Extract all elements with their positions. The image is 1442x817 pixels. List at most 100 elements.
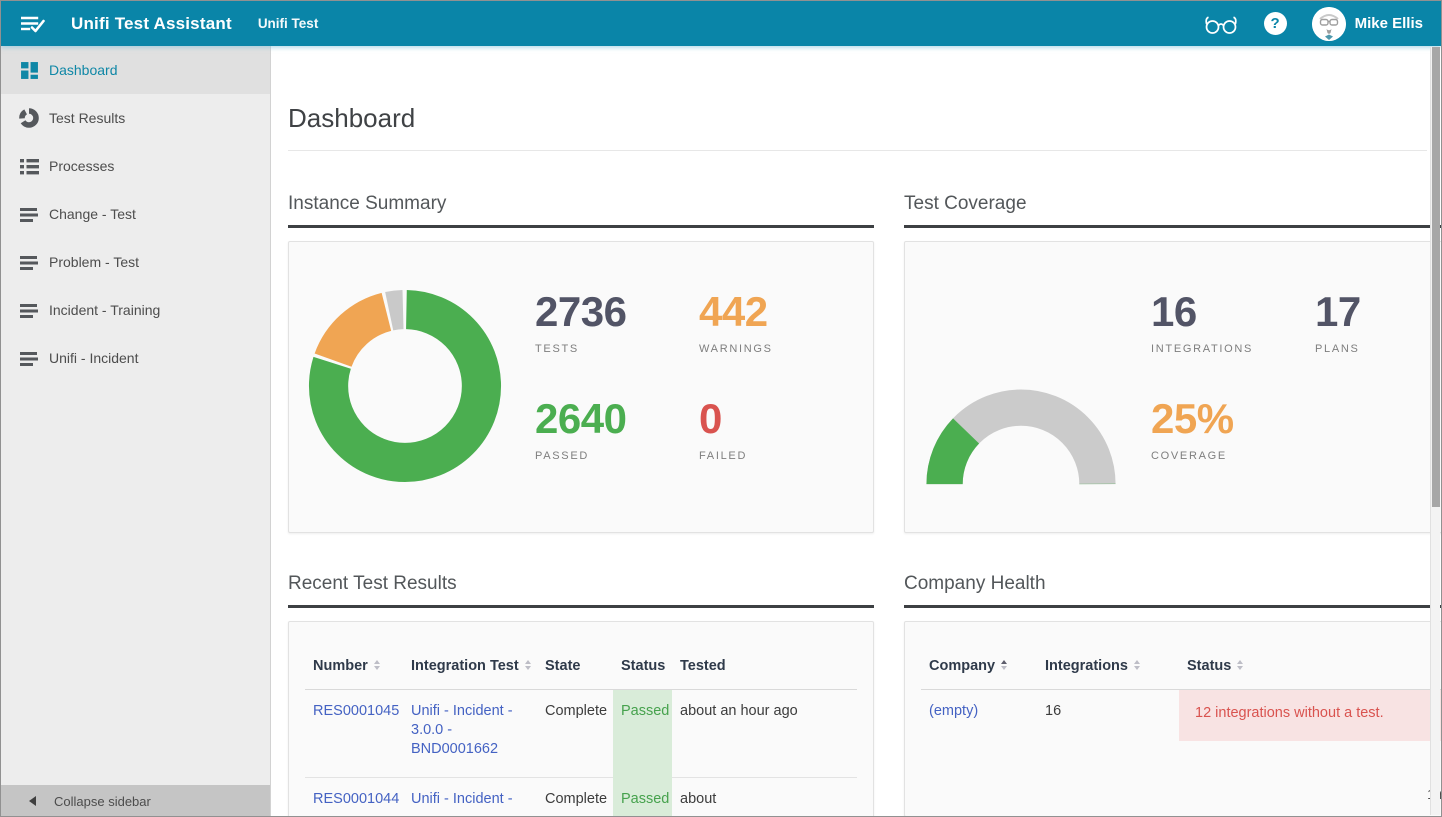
test-coverage-section: Test Coverage 16 INTEGRATION (904, 193, 1441, 533)
column-header-number[interactable]: Number (305, 632, 403, 690)
stat-value: 2736 (535, 290, 699, 334)
table-header-row: Company Integrations Status (921, 632, 1441, 690)
sidebar-item-change-test[interactable]: Change - Test (1, 190, 270, 238)
stat-label: COVERAGE (1151, 450, 1315, 462)
app-title: Unifi Test Assistant (71, 14, 232, 34)
company-health-card: Company Integrations Status (empty) 16 1… (904, 621, 1441, 817)
recent-test-results-section: Recent Test Results Number Integration T… (288, 573, 874, 817)
tested-cell: about (672, 778, 857, 817)
column-header-status[interactable]: Status (613, 632, 672, 690)
column-header-integration-test[interactable]: Integration Test (403, 632, 537, 690)
user-avatar (1312, 7, 1346, 41)
user-name: Mike Ellis (1355, 15, 1423, 32)
sidebar-item-problem-test[interactable]: Problem - Test (1, 238, 270, 286)
stat-label: WARNINGS (699, 343, 849, 355)
sidebar-item-dashboard[interactable]: Dashboard (1, 46, 270, 94)
sort-icon (374, 660, 380, 671)
scrollbar-thumb[interactable] (1432, 47, 1440, 507)
column-header-status[interactable]: Status (1179, 632, 1441, 690)
section-title: Instance Summary (288, 193, 874, 215)
instance-summary-stats: 2736 TESTS 442 WARNINGS 2640 PASSED (535, 288, 849, 532)
lines-icon (19, 252, 39, 272)
sidebar-item-label: Dashboard (49, 62, 118, 78)
instance-summary-section: Instance Summary 2736 TESTS (288, 193, 874, 533)
lines-icon (19, 204, 39, 224)
stat-label: INTEGRATIONS (1151, 343, 1315, 355)
table-row: (empty) 16 12 integrations without a tes… (921, 690, 1441, 742)
sidebar-item-label: Test Results (49, 110, 125, 126)
stat-value: 25% (1151, 397, 1315, 441)
status-cell: Passed (613, 690, 672, 778)
collapse-label: Collapse sidebar (54, 794, 151, 809)
stat-integrations: 16 INTEGRATIONS (1151, 290, 1315, 355)
section-underline (288, 225, 874, 228)
stat-label: TESTS (535, 343, 699, 355)
stat-label: PLANS (1315, 343, 1441, 355)
sort-icon (1134, 660, 1140, 671)
sidebar: Dashboard Test Results (1, 46, 271, 817)
stat-warnings: 442 WARNINGS (699, 290, 849, 355)
app-window: Unifi Test Assistant Unifi Test ? (0, 0, 1442, 817)
section-title: Test Coverage (904, 193, 1441, 215)
health-status-cell: 12 integrations without a test. (1179, 690, 1441, 742)
stat-plans: 17 PLANS (1315, 290, 1441, 355)
stat-value: 442 (699, 290, 849, 334)
user-menu[interactable]: Mike Ellis (1312, 7, 1423, 41)
stat-value: 17 (1315, 290, 1441, 334)
section-underline (904, 605, 1441, 608)
column-header-integrations[interactable]: Integrations (1037, 632, 1179, 690)
recent-test-results-card: Number Integration Test State Status Tes… (288, 621, 874, 817)
menu-check-icon[interactable] (21, 13, 49, 35)
instance-summary-card: 2736 TESTS 442 WARNINGS 2640 PASSED (288, 241, 874, 533)
sidebar-item-processes[interactable]: Processes (1, 142, 270, 190)
column-header-tested[interactable]: Tested (672, 632, 857, 690)
recent-test-results-table: Number Integration Test State Status Tes… (305, 632, 857, 817)
stat-failed: 0 FAILED (699, 397, 849, 462)
vertical-scrollbar (1430, 47, 1440, 815)
context-title: Unifi Test (258, 16, 319, 31)
company-health-table: Company Integrations Status (empty) 16 1… (921, 632, 1441, 741)
header-actions: ? Mike Ellis (1203, 7, 1423, 41)
integrations-cell: 16 (1037, 690, 1179, 742)
integration-test-link[interactable]: Unifi - Incident - (411, 791, 513, 807)
company-link[interactable]: (empty) (929, 703, 978, 719)
table-header-row: Number Integration Test State Status Tes… (305, 632, 857, 690)
section-title: Company Health (904, 573, 1441, 595)
status-cell: Passed (613, 778, 672, 817)
state-cell: Complete (537, 690, 613, 778)
tested-cell: about an hour ago (672, 690, 857, 778)
test-coverage-stats: 16 INTEGRATIONS 17 PLANS 25% COVERAGE (1151, 288, 1441, 532)
page-title: Dashboard (288, 103, 1427, 134)
record-number-link[interactable]: RES0001044 (313, 791, 399, 807)
collapse-sidebar-button[interactable]: Collapse sidebar (1, 785, 270, 817)
lines-icon (19, 348, 39, 368)
stat-value: 2640 (535, 397, 699, 441)
stat-passed: 2640 PASSED (535, 397, 699, 462)
sidebar-item-label: Unifi - Incident (49, 350, 138, 366)
dashboard-grid-icon (19, 60, 39, 80)
integration-test-link[interactable]: Unifi - Incident - 3.0.0 - BND0001662 (411, 703, 513, 757)
table-row: RES0001044 Unifi - Incident - Complete P… (305, 778, 857, 817)
glasses-icon[interactable] (1203, 12, 1239, 36)
sort-icon (1237, 660, 1243, 671)
section-underline (288, 605, 874, 608)
sidebar-item-test-results[interactable]: Test Results (1, 94, 270, 142)
sidebar-item-unifi-incident[interactable]: Unifi - Incident (1, 334, 270, 382)
sidebar-item-label: Change - Test (49, 206, 136, 222)
stat-coverage: 25% COVERAGE (1151, 397, 1315, 462)
sidebar-item-label: Incident - Training (49, 302, 160, 318)
column-header-company[interactable]: Company (921, 632, 1037, 690)
company-health-section: Company Health Company Integrations Stat… (904, 573, 1441, 817)
main-content: Dashboard Instance Summary (271, 46, 1441, 817)
column-header-state[interactable]: State (537, 632, 613, 690)
help-icon[interactable]: ? (1264, 12, 1287, 35)
test-coverage-gauge (921, 288, 1121, 532)
sidebar-item-label: Problem - Test (49, 254, 139, 270)
stat-value: 0 (699, 397, 849, 441)
record-number-link[interactable]: RES0001045 (313, 703, 399, 719)
lines-icon (19, 300, 39, 320)
stat-label: PASSED (535, 450, 699, 462)
sidebar-item-incident-training[interactable]: Incident - Training (1, 286, 270, 334)
section-title: Recent Test Results (288, 573, 874, 595)
stat-tests: 2736 TESTS (535, 290, 699, 355)
